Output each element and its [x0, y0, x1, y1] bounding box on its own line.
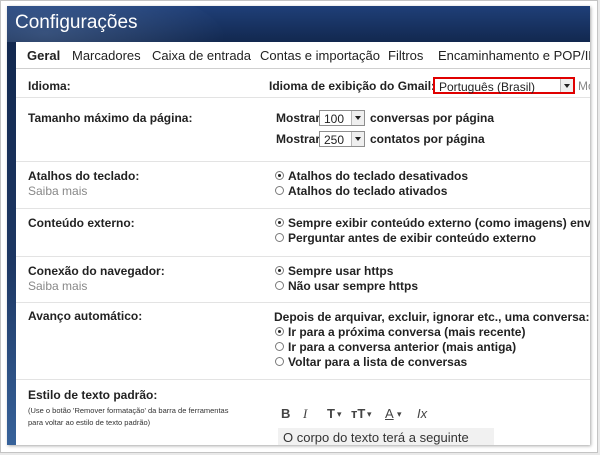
- page-title: Configurações: [15, 12, 138, 33]
- display-language-label: Idioma de exibição do Gmail:: [269, 79, 436, 93]
- shortcuts-label: Atalhos do teclado:: [28, 169, 140, 183]
- no-always-https-radio[interactable]: [275, 281, 284, 290]
- contacts-prefix: Mostrar: [276, 132, 321, 146]
- gmail-settings-window: Configurações Geral Marcadores Caixa de …: [7, 6, 590, 445]
- external-ask-label: Perguntar antes de exibir conteúdo exter…: [288, 231, 537, 245]
- header-bar: Configurações: [7, 6, 590, 42]
- browser-connection-label: Conexão do navegador:: [28, 264, 165, 278]
- conversations-prefix: Mostrar: [276, 111, 321, 125]
- bold-button[interactable]: B: [281, 406, 290, 421]
- external-content-section: Conteúdo externo: Sempre exibir conteúdo…: [16, 208, 590, 257]
- chevron-down-icon: ▾: [397, 409, 402, 419]
- text-style-note-line2: para voltar ao estilo de texto padrão): [28, 418, 151, 427]
- tab-forwarding-pop-imap[interactable]: Encaminhamento e POP/IMAP: [438, 48, 590, 63]
- language-trailing-text: Mo: [578, 79, 590, 93]
- browser-connection-section: Conexão do navegador: Saiba mais Sempre …: [16, 256, 590, 303]
- tab-labels[interactable]: Marcadores: [72, 48, 141, 63]
- text-color-button[interactable]: A: [385, 406, 394, 421]
- browser-learn-more-link[interactable]: Saiba mais: [28, 279, 87, 293]
- shortcuts-on-label: Atalhos do teclado ativados: [288, 184, 448, 198]
- next-conversation-label: Ir para a próxima conversa (mais recente…: [288, 325, 526, 339]
- language-select[interactable]: Português (Brasil): [433, 77, 575, 94]
- remove-formatting-button[interactable]: Ix: [417, 406, 427, 421]
- shortcuts-off-label: Atalhos do teclado desativados: [288, 169, 469, 183]
- chevron-down-icon: ▾: [337, 409, 342, 419]
- conversations-per-page-value: 100: [324, 112, 345, 126]
- tab-accounts-import[interactable]: Contas e importação: [260, 48, 380, 63]
- contacts-suffix: contatos por página: [370, 132, 485, 146]
- previous-conversation-radio[interactable]: [275, 342, 284, 351]
- conversations-suffix: conversas por página: [370, 111, 495, 125]
- screenshot-frame: Configurações Geral Marcadores Caixa de …: [0, 0, 598, 453]
- auto-advance-section: Avanço automático: Depois de arquivar, e…: [16, 302, 590, 380]
- page-size-section: Tamanho máximo da página: Mostrar 100 co…: [16, 97, 590, 162]
- language-label: Idioma:: [28, 79, 71, 93]
- tab-general[interactable]: Geral: [27, 48, 60, 63]
- always-https-label: Sempre usar https: [288, 264, 394, 278]
- chevron-down-icon: [560, 79, 573, 92]
- tab-filters[interactable]: Filtros: [388, 48, 423, 63]
- external-ask-radio[interactable]: [275, 233, 284, 242]
- chevron-down-icon: ▾: [367, 409, 372, 419]
- font-family-button[interactable]: T: [327, 406, 335, 421]
- shortcuts-learn-more-link[interactable]: Saiba mais: [28, 184, 87, 198]
- auto-advance-label: Avanço automático:: [28, 309, 143, 323]
- external-always-radio[interactable]: [275, 218, 284, 227]
- auto-advance-intro: Depois de arquivar, excluir, ignorar etc…: [274, 310, 590, 324]
- text-style-preview[interactable]: O corpo do texto terá a seguinte: [278, 428, 494, 445]
- chevron-down-icon: [351, 111, 364, 125]
- language-select-value: Português (Brasil): [439, 80, 536, 94]
- always-https-radio[interactable]: [275, 266, 284, 275]
- shortcuts-off-radio[interactable]: [275, 171, 284, 180]
- settings-content: Geral Marcadores Caixa de entrada Contas…: [16, 42, 590, 445]
- contacts-per-page-select[interactable]: 250: [319, 131, 365, 147]
- language-section: Idioma: Idioma de exibição do Gmail: Por…: [16, 69, 590, 98]
- keyboard-shortcuts-section: Atalhos do teclado: Saiba mais Atalhos d…: [16, 161, 590, 209]
- text-style-note-line1: (Use o botão 'Remover formatação' da bar…: [28, 406, 229, 415]
- shortcuts-on-radio[interactable]: [275, 186, 284, 195]
- tab-inbox[interactable]: Caixa de entrada: [152, 48, 251, 63]
- chevron-down-icon: [351, 132, 364, 146]
- font-size-button[interactable]: тT: [351, 406, 365, 421]
- contacts-per-page-value: 250: [324, 133, 345, 147]
- italic-button[interactable]: I: [303, 406, 307, 422]
- back-to-list-radio[interactable]: [275, 357, 284, 366]
- settings-tabs: Geral Marcadores Caixa de entrada Contas…: [16, 42, 590, 69]
- conversations-per-page-select[interactable]: 100: [319, 110, 365, 126]
- next-conversation-radio[interactable]: [275, 327, 284, 336]
- back-to-list-label: Voltar para a lista de conversas: [288, 355, 468, 369]
- external-content-label: Conteúdo externo:: [28, 216, 135, 230]
- no-always-https-label: Não usar sempre https: [288, 279, 419, 293]
- page-size-label: Tamanho máximo da página:: [28, 111, 193, 125]
- theme-side-strip: [7, 42, 16, 445]
- previous-conversation-label: Ir para a conversa anterior (mais antiga…: [288, 340, 517, 354]
- external-always-label: Sempre exibir conteúdo externo (como ima…: [288, 216, 590, 230]
- text-style-label: Estilo de texto padrão:: [28, 388, 158, 402]
